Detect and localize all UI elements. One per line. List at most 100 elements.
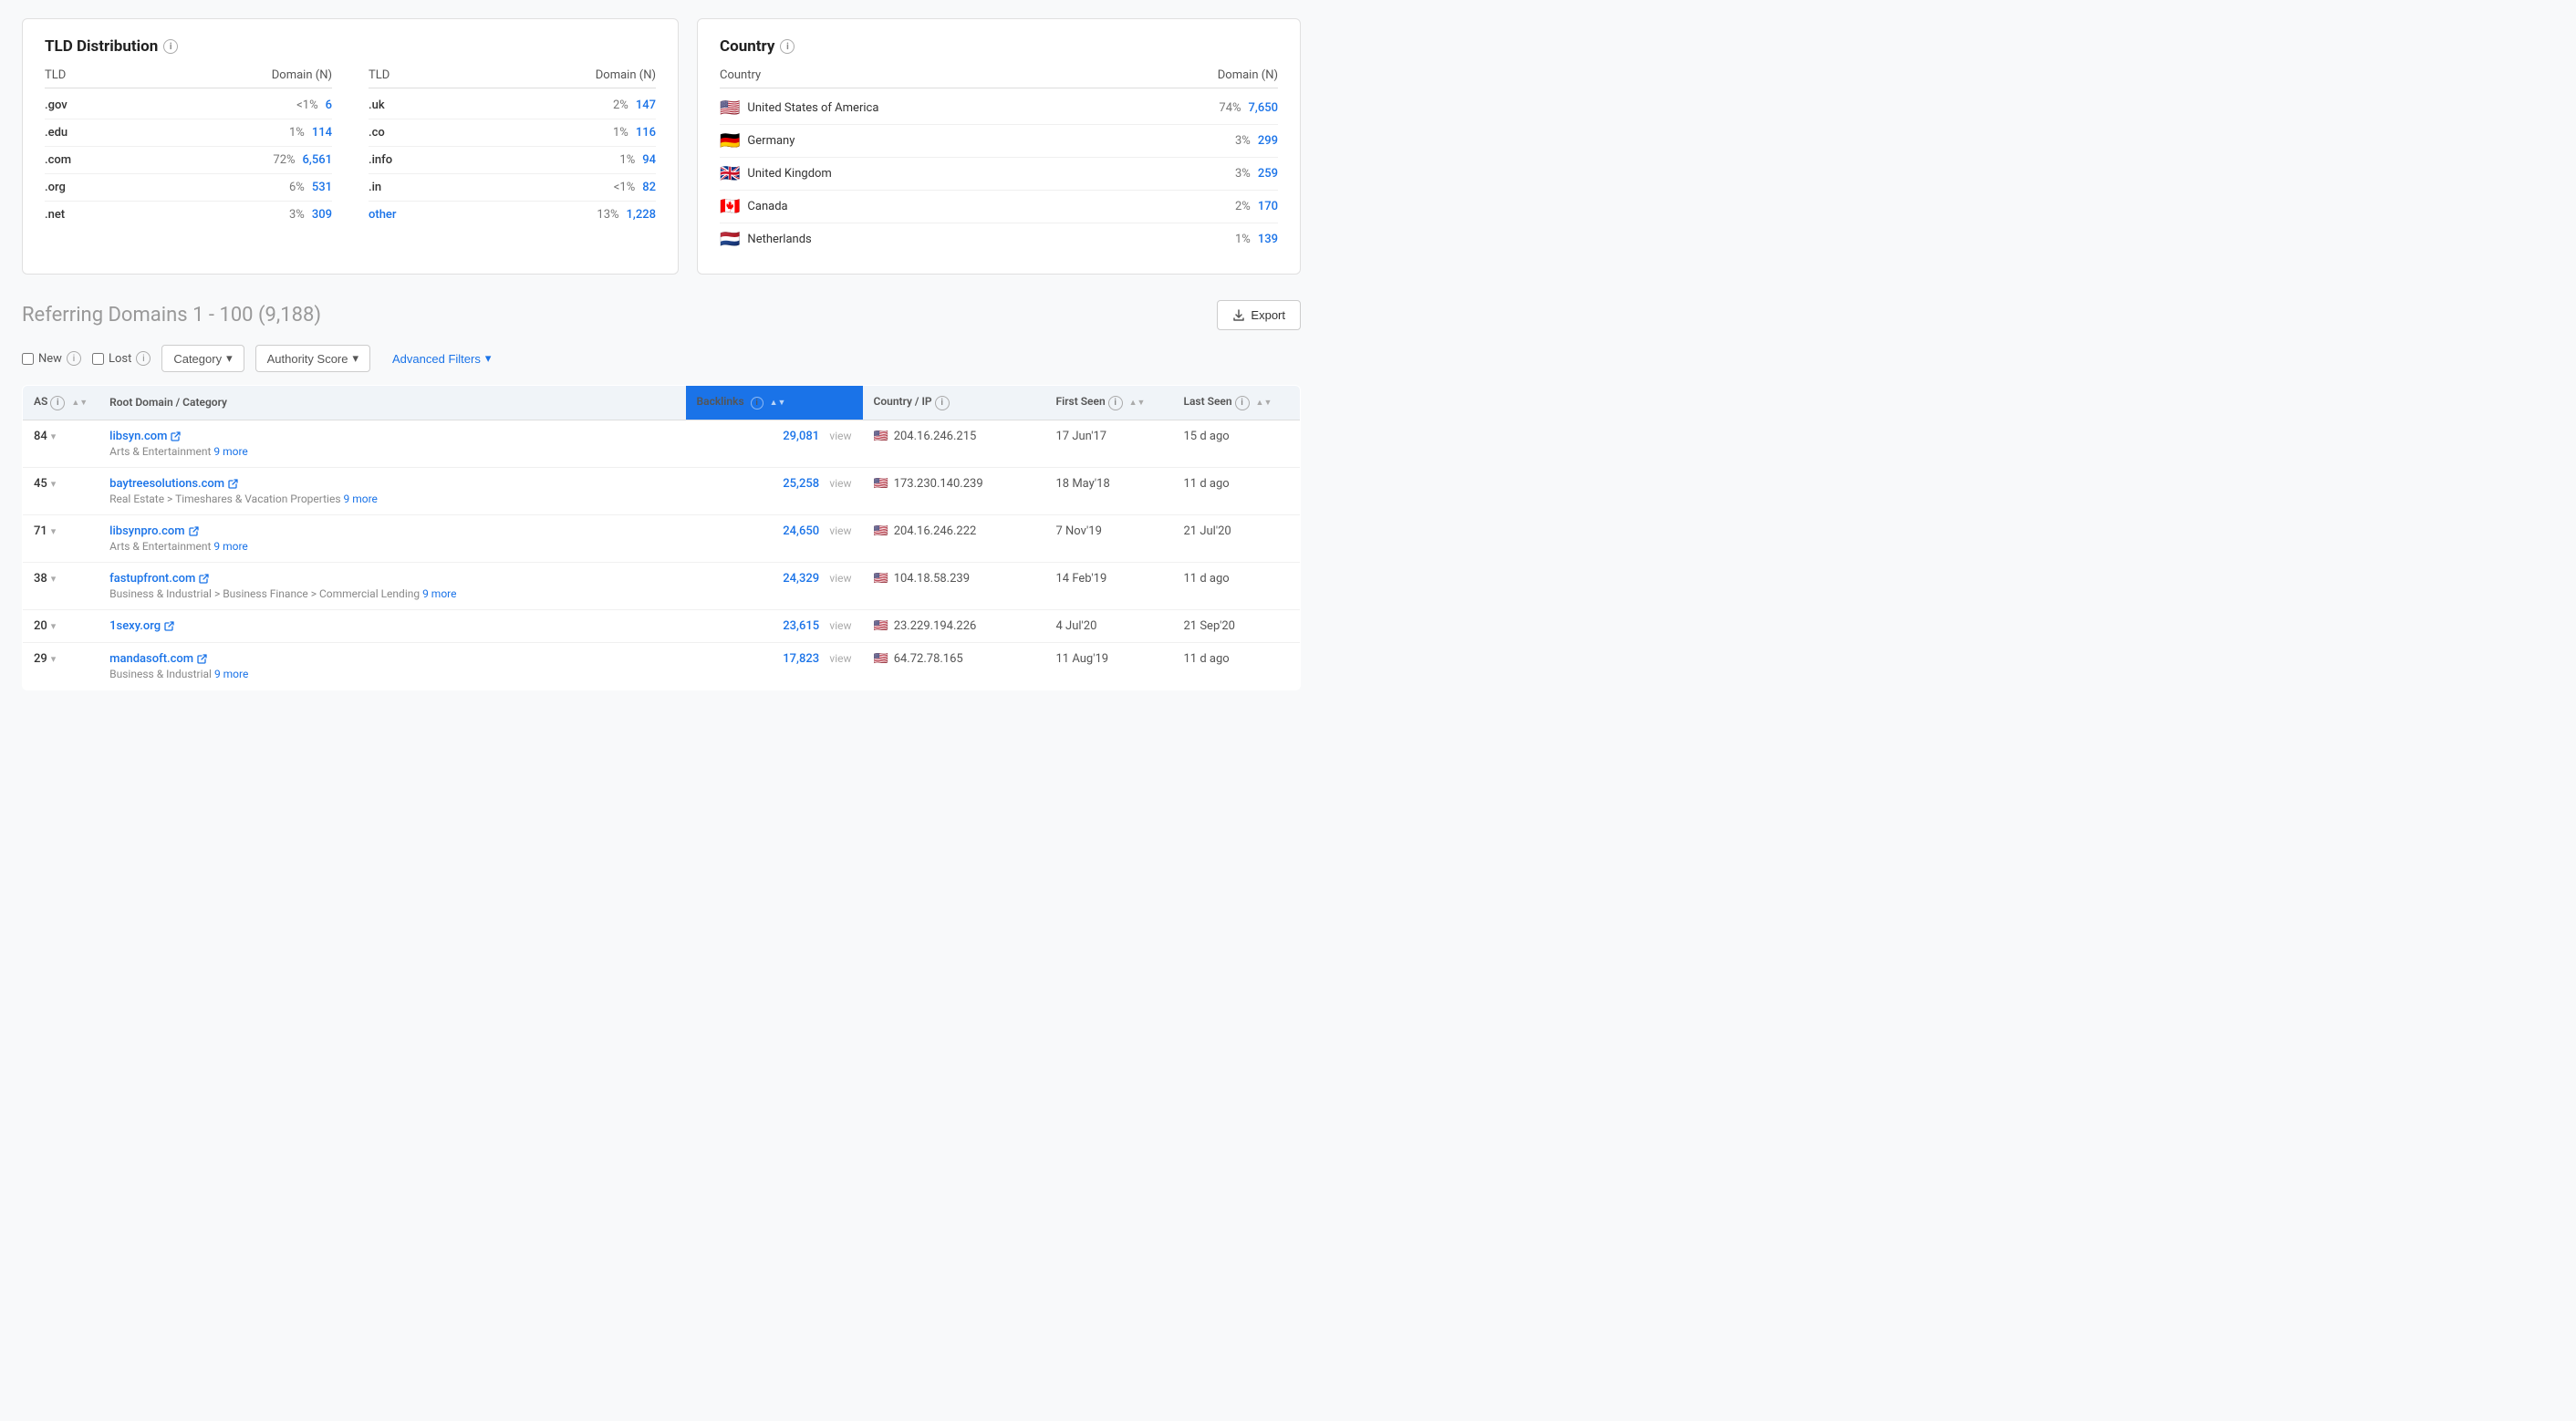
domain-category: Arts & Entertainment 9 more (109, 540, 674, 553)
view-link[interactable]: view (829, 524, 851, 537)
country-ip-cell: 🇺🇸 204.16.246.215 (863, 420, 1045, 467)
row-flag: 🇺🇸 (874, 572, 888, 586)
domain-category: Business & Industrial > Business Finance… (109, 587, 674, 600)
domain-link[interactable]: libsyn.com (109, 430, 674, 443)
domain-link[interactable]: libsynpro.com (109, 524, 674, 538)
as-info-icon[interactable]: i (50, 396, 65, 410)
backlinks-info-icon[interactable]: i (751, 397, 763, 410)
as-value: 71 (34, 524, 47, 538)
tld-col-1: TLD Domain (N) .gov <1%6 .edu 1%114 (45, 68, 332, 228)
tld-row: other 13%1,228 (369, 202, 656, 228)
country-header-domain: Domain (N) (1218, 68, 1278, 82)
view-link[interactable]: view (829, 477, 851, 490)
country-link[interactable]: 170 (1258, 200, 1278, 213)
country-ip-cell: 🇺🇸 104.18.58.239 (863, 562, 1045, 609)
new-checkbox[interactable] (22, 353, 34, 365)
tld-info-icon[interactable]: i (163, 39, 178, 54)
more-link[interactable]: 9 more (213, 445, 247, 458)
tld-link[interactable]: 531 (312, 181, 332, 194)
tld-link[interactable]: 309 (312, 208, 332, 222)
referring-header: Referring Domains 1 - 100 (9,188) Export (22, 300, 1301, 330)
tld-title-text: TLD Distribution (45, 37, 158, 56)
tld-title: TLD Distribution i (45, 37, 656, 56)
backlinks-sort-arrows[interactable]: ▲▼ (770, 399, 786, 408)
export-button[interactable]: Export (1217, 300, 1301, 330)
country-link[interactable]: 259 (1258, 167, 1278, 181)
view-link[interactable]: view (829, 430, 851, 442)
tld-link[interactable]: 6,561 (303, 153, 332, 167)
tld-row: .uk 2%147 (369, 92, 656, 119)
as-value: 84 (34, 430, 47, 443)
lost-checkbox[interactable] (92, 353, 104, 365)
view-link[interactable]: view (829, 572, 851, 585)
country-ip-info-icon[interactable]: i (935, 396, 950, 410)
category-filter-button[interactable]: Category ▾ (161, 345, 244, 372)
tld-link[interactable]: 1,228 (627, 208, 656, 222)
as-expand-chevron[interactable]: ▾ (51, 430, 57, 442)
tld-row: .co 1%116 (369, 119, 656, 147)
domain-link[interactable]: baytreesolutions.com (109, 477, 674, 491)
first-seen-sort-arrows[interactable]: ▲▼ (1129, 399, 1146, 408)
tld-link[interactable]: 94 (642, 153, 656, 167)
country-link[interactable]: 139 (1258, 233, 1278, 246)
as-expand-chevron[interactable]: ▾ (51, 653, 57, 665)
as-expand-chevron[interactable]: ▾ (51, 525, 57, 537)
backlinks-count: 24,329 (783, 572, 819, 586)
th-root-domain: Root Domain / Category (99, 386, 685, 420)
flag-de: 🇩🇪 (720, 131, 740, 150)
last-seen-cell: 11 d ago (1173, 562, 1301, 609)
tld-col1-header-domain: Domain (N) (272, 68, 332, 82)
last-seen-info-icon[interactable]: i (1235, 396, 1250, 410)
backlinks-cell: 25,258 view (686, 467, 863, 514)
backlinks-cell: 24,329 view (686, 562, 863, 609)
flag-usa: 🇺🇸 (720, 99, 740, 118)
country-title: Country i (720, 37, 1278, 56)
country-ip-cell: 🇺🇸 23.229.194.226 (863, 609, 1045, 642)
country-info-icon[interactable]: i (780, 39, 795, 54)
country-link[interactable]: 7,650 (1249, 101, 1278, 115)
domain-link[interactable]: 1sexy.org (109, 619, 674, 633)
lost-info-icon[interactable]: i (136, 351, 151, 366)
tld-row: .in <1%82 (369, 174, 656, 202)
as-sort-arrows[interactable]: ▲▼ (71, 399, 88, 408)
domain-category: Arts & Entertainment 9 more (109, 445, 674, 458)
country-link[interactable]: 299 (1258, 134, 1278, 148)
advanced-filters-button[interactable]: Advanced Filters ▾ (381, 346, 502, 371)
table-row: 45 ▾ baytreesolutions.com Real Estate > … (23, 467, 1301, 514)
more-link[interactable]: 9 more (213, 540, 247, 553)
first-seen-cell: 4 Jul'20 (1045, 609, 1173, 642)
domain-link[interactable]: fastupfront.com (109, 572, 674, 586)
table-row: 84 ▾ libsyn.com Arts & Entertainment 9 m… (23, 420, 1301, 467)
tld-link[interactable]: 116 (636, 126, 656, 140)
last-seen-sort-arrows[interactable]: ▲▼ (1256, 399, 1272, 408)
new-checkbox-label[interactable]: New i (22, 351, 81, 366)
tld-link[interactable]: 114 (312, 126, 332, 140)
as-expand-chevron[interactable]: ▾ (51, 573, 57, 585)
new-info-icon[interactable]: i (67, 351, 81, 366)
external-link-icon (189, 526, 199, 536)
referring-title: Referring Domains 1 - 100 (9,188) (22, 304, 321, 327)
view-link[interactable]: view (829, 652, 851, 665)
tld-link[interactable]: 82 (642, 181, 656, 194)
as-value: 20 (34, 619, 47, 633)
domain-cell: fastupfront.com Business & Industrial > … (99, 562, 685, 609)
as-expand-chevron[interactable]: ▾ (51, 478, 57, 490)
more-link[interactable]: 9 more (214, 668, 248, 680)
view-link[interactable]: view (829, 619, 851, 632)
first-seen-cell: 11 Aug'19 (1045, 642, 1173, 690)
th-backlinks: Backlinks i ▲▼ (686, 386, 863, 420)
more-link[interactable]: 9 more (422, 587, 456, 600)
as-value: 38 (34, 572, 47, 586)
tld-link[interactable]: 147 (636, 99, 656, 112)
tld-link[interactable]: 6 (326, 99, 332, 112)
lost-checkbox-label[interactable]: Lost i (92, 351, 151, 366)
domain-link[interactable]: mandasoft.com (109, 652, 674, 666)
external-link-icon (197, 654, 207, 664)
more-link[interactable]: 9 more (344, 493, 378, 505)
first-seen-info-icon[interactable]: i (1108, 396, 1123, 410)
tld-col2-header-tld: TLD (369, 68, 390, 82)
as-expand-chevron[interactable]: ▾ (51, 620, 57, 632)
as-cell: 71 ▾ (23, 514, 99, 562)
tld-row: .net 3%309 (45, 202, 332, 228)
authority-score-filter-button[interactable]: Authority Score ▾ (255, 345, 370, 372)
